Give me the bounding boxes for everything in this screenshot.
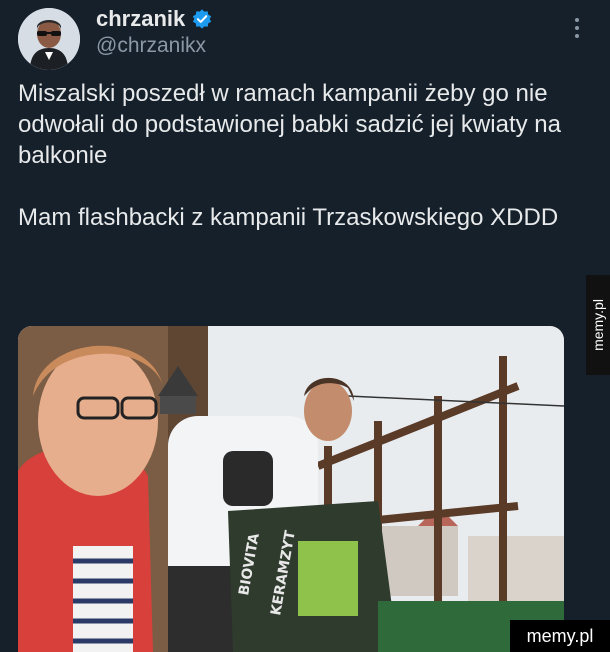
tweet-paragraph-1: Miszalski poszedł w ramach kampanii żeby… — [18, 80, 561, 169]
user-handle[interactable]: @chrzanikx — [96, 34, 206, 58]
side-watermark-text: memy.pl — [590, 299, 607, 351]
tweet-paragraph-2: Mam flashbacki z kampanii Trzaskowskiego… — [18, 204, 559, 231]
balcony-photo: BIOVITA KERAMZYT — [18, 326, 564, 652]
verified-badge-icon — [193, 9, 212, 29]
tweet-photo[interactable]: BIOVITA KERAMZYT — [18, 326, 564, 652]
tweet-text: Miszalski poszedł w ramach kampanii żeby… — [18, 78, 598, 233]
corner-watermark: memy.pl — [510, 620, 610, 652]
display-name[interactable]: chrzanik — [96, 6, 185, 32]
more-options-icon[interactable] — [569, 16, 585, 40]
avatar-portrait-icon — [18, 8, 80, 70]
avatar[interactable] — [18, 8, 80, 70]
side-watermark: memy.pl — [586, 275, 610, 375]
